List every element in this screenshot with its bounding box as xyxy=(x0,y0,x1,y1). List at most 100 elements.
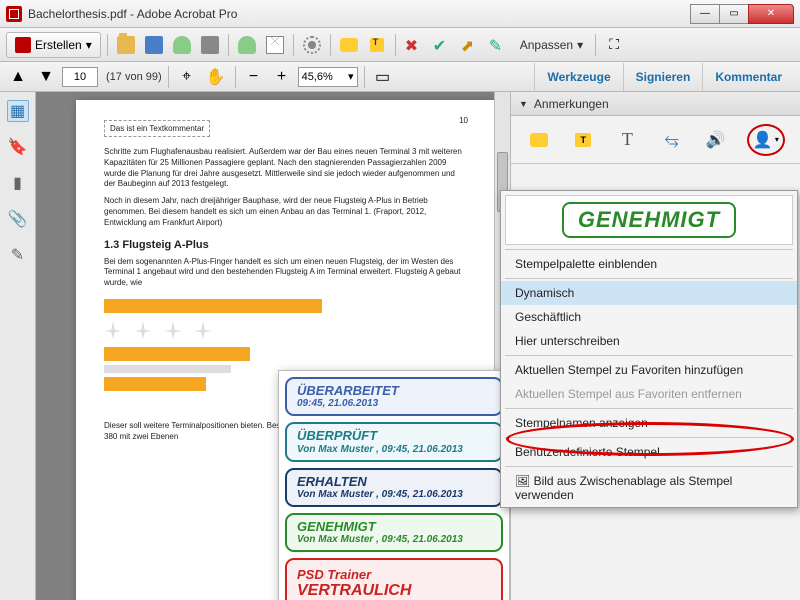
cursor-icon: ⌖ xyxy=(182,68,191,86)
step-icon: ⬈ xyxy=(461,36,479,54)
stamp-line2: VERTRAULICH xyxy=(297,582,411,599)
tool-button-3[interactable]: ⬈ xyxy=(458,33,482,57)
stamp-title: ÜBERPRÜFT xyxy=(297,428,377,443)
annotations-toolbar: T T ⥃ 🔊 👤▾ xyxy=(511,116,800,164)
create-button[interactable]: Erstellen ▾ xyxy=(6,32,101,58)
annotations-label: Anmerkungen xyxy=(534,97,609,111)
body-text: Schritte zum Flughafenausbau realisiert.… xyxy=(104,147,468,190)
speaker-icon: 🔊 xyxy=(706,130,726,150)
customize-menu[interactable]: Anpassen ▾ xyxy=(514,38,589,52)
settings-button[interactable] xyxy=(300,33,324,57)
expand-icon: ⛶ xyxy=(609,36,619,53)
tool-button-2[interactable]: ✔ xyxy=(430,33,454,57)
save-button[interactable] xyxy=(142,33,166,57)
open-button[interactable] xyxy=(114,33,138,57)
gear-icon xyxy=(303,36,321,54)
check-icon: ✔ xyxy=(433,36,451,54)
print-icon xyxy=(201,36,219,54)
audio-tool[interactable]: 🔊 xyxy=(703,127,729,153)
hand-tool-button[interactable]: ✋ xyxy=(203,65,229,89)
stamp-erhalten[interactable]: ERHALTEN Von Max Muster , 09:45, 21.06.2… xyxy=(285,468,503,507)
document-viewport[interactable]: 10 Das ist ein Textkommentar Schritte zu… xyxy=(36,92,510,600)
highlight-icon: T xyxy=(575,133,591,147)
window-title: Bachelorthesis.pdf - Adobe Acrobat Pro xyxy=(28,7,691,21)
stamp-uberarbeitet[interactable]: ÜBERARBEITET 09:45, 21.06.2013 xyxy=(285,377,503,416)
bookmarks-tab[interactable]: 🔖 xyxy=(7,136,29,158)
comment-panel-button[interactable]: Kommentar xyxy=(702,63,794,91)
app-icon xyxy=(6,6,22,22)
main-toolbar: Erstellen ▾ T ✖ ✔ ⬈ ✎ Anpassen ▾ ⛶ xyxy=(0,28,800,62)
paperclip-icon: ⥃ xyxy=(664,129,678,150)
menu-remove-favorite: Aktuellen Stempel aus Favoriten entferne… xyxy=(501,382,797,406)
fit-button[interactable]: ▭ xyxy=(371,65,395,89)
menu-business[interactable]: Geschäftlich xyxy=(501,305,797,329)
menu-custom-stamps[interactable]: Benutzerdefinierte Stempel xyxy=(501,440,797,464)
tool-button-4[interactable]: ✎ xyxy=(486,33,510,57)
ribbon-tab[interactable]: ▮ xyxy=(7,172,29,194)
menu-dynamic[interactable]: Dynamisch xyxy=(501,281,797,305)
minimize-button[interactable]: — xyxy=(690,4,720,24)
stamp-uberpruft[interactable]: ÜBERPRÜFT Von Max Muster , 09:45, 21.06.… xyxy=(285,422,503,461)
mail-button[interactable] xyxy=(263,33,287,57)
close-button[interactable]: ✕ xyxy=(748,4,794,24)
signatures-tab[interactable]: ✎ xyxy=(7,244,29,266)
menu-show-names[interactable]: Stempelnamen anzeigen xyxy=(501,411,797,435)
hand-icon: ✋ xyxy=(206,67,226,87)
highlight-tool[interactable]: T xyxy=(570,127,596,153)
nav-toolbar: ▲ ▼ (17 von 99) ⌖ ✋ − + 45,6% ▾ ▭ Werkze… xyxy=(0,62,800,92)
body-text: Noch in diesem Jahr, nach dreijähriger B… xyxy=(104,196,468,228)
left-rail: ▦ 🔖 ▮ 📎 ✎ xyxy=(0,92,36,600)
maximize-button[interactable]: ▭ xyxy=(719,4,749,24)
zoom-in-button[interactable]: + xyxy=(270,65,294,89)
fullscreen-button[interactable]: ⛶ xyxy=(602,33,626,57)
menu-sign-here[interactable]: Hier unterschreiben xyxy=(501,329,797,353)
comment-icon xyxy=(340,38,358,52)
select-tool-button[interactable]: ⌖ xyxy=(175,65,199,89)
attach-tool[interactable]: ⥃ xyxy=(659,127,685,153)
collapse-icon: ▼ xyxy=(519,99,528,109)
sticky-note-button[interactable] xyxy=(337,33,361,57)
arrow-up-icon: ▲ xyxy=(10,68,26,86)
menu-show-palette[interactable]: Stempelpalette einblenden xyxy=(501,252,797,276)
stamp-title: ÜBERARBEITET xyxy=(297,383,399,398)
customize-label: Anpassen xyxy=(520,38,573,52)
attachments-tab[interactable]: 📎 xyxy=(7,208,29,230)
page-fit-icon: ▭ xyxy=(375,67,390,87)
stamp-preview: GENEHMIGT xyxy=(505,195,793,245)
next-page-button[interactable]: ▼ xyxy=(34,65,58,89)
stamp-preview-label: GENEHMIGT xyxy=(562,202,736,238)
menu-clipboard-stamp[interactable]: 🖼 Bild aus Zwischenablage als Stempel ve… xyxy=(501,469,797,507)
zoom-out-button[interactable]: − xyxy=(242,65,266,89)
pdf-icon xyxy=(15,37,31,53)
tools-panel-button[interactable]: Werkzeuge xyxy=(534,63,622,91)
body-text: Bei dem sogenannten A-Plus-Finger handel… xyxy=(104,257,468,289)
cloud-button[interactable] xyxy=(170,33,194,57)
text-comment[interactable]: Das ist ein Textkommentar xyxy=(104,120,210,137)
window-titlebar: Bachelorthesis.pdf - Adobe Acrobat Pro —… xyxy=(0,0,800,28)
stamp-line1: PSD Trainer xyxy=(297,567,371,582)
menu-add-favorite[interactable]: Aktuellen Stempel zu Favoriten hinzufüge… xyxy=(501,358,797,382)
edit-icon: ✎ xyxy=(489,36,507,54)
tool-button-1[interactable]: ✖ xyxy=(402,33,426,57)
text-tool[interactable]: T xyxy=(614,127,640,153)
arrow-down-icon: ▼ xyxy=(38,68,54,86)
highlight-icon: T xyxy=(370,38,384,52)
folder-icon xyxy=(117,36,135,54)
stamp-genehmigt[interactable]: GENEHMIGT Von Max Muster , 09:45, 21.06.… xyxy=(285,513,503,552)
x-mark-icon: ✖ xyxy=(405,36,423,54)
sign-panel-button[interactable]: Signieren xyxy=(623,63,703,91)
share-button[interactable] xyxy=(235,33,259,57)
page-number-input[interactable] xyxy=(62,67,98,87)
stamp-vertraulich[interactable]: PSD Trainer VERTRAULICH xyxy=(285,558,503,600)
highlight-button[interactable]: T xyxy=(365,33,389,57)
annotations-header[interactable]: ▼ Anmerkungen xyxy=(511,92,800,116)
print-button[interactable] xyxy=(198,33,222,57)
plus-icon: + xyxy=(277,68,286,86)
zoom-select[interactable]: 45,6% ▾ xyxy=(298,67,358,87)
sticky-note-tool[interactable] xyxy=(526,127,552,153)
dropdown-caret-icon: ▾ xyxy=(348,70,354,83)
prev-page-button[interactable]: ▲ xyxy=(6,65,30,89)
heading: 1.3 Flugsteig A-Plus xyxy=(104,239,468,251)
thumbnails-tab[interactable]: ▦ xyxy=(7,100,29,122)
stamp-tool[interactable]: 👤▾ xyxy=(747,124,785,156)
